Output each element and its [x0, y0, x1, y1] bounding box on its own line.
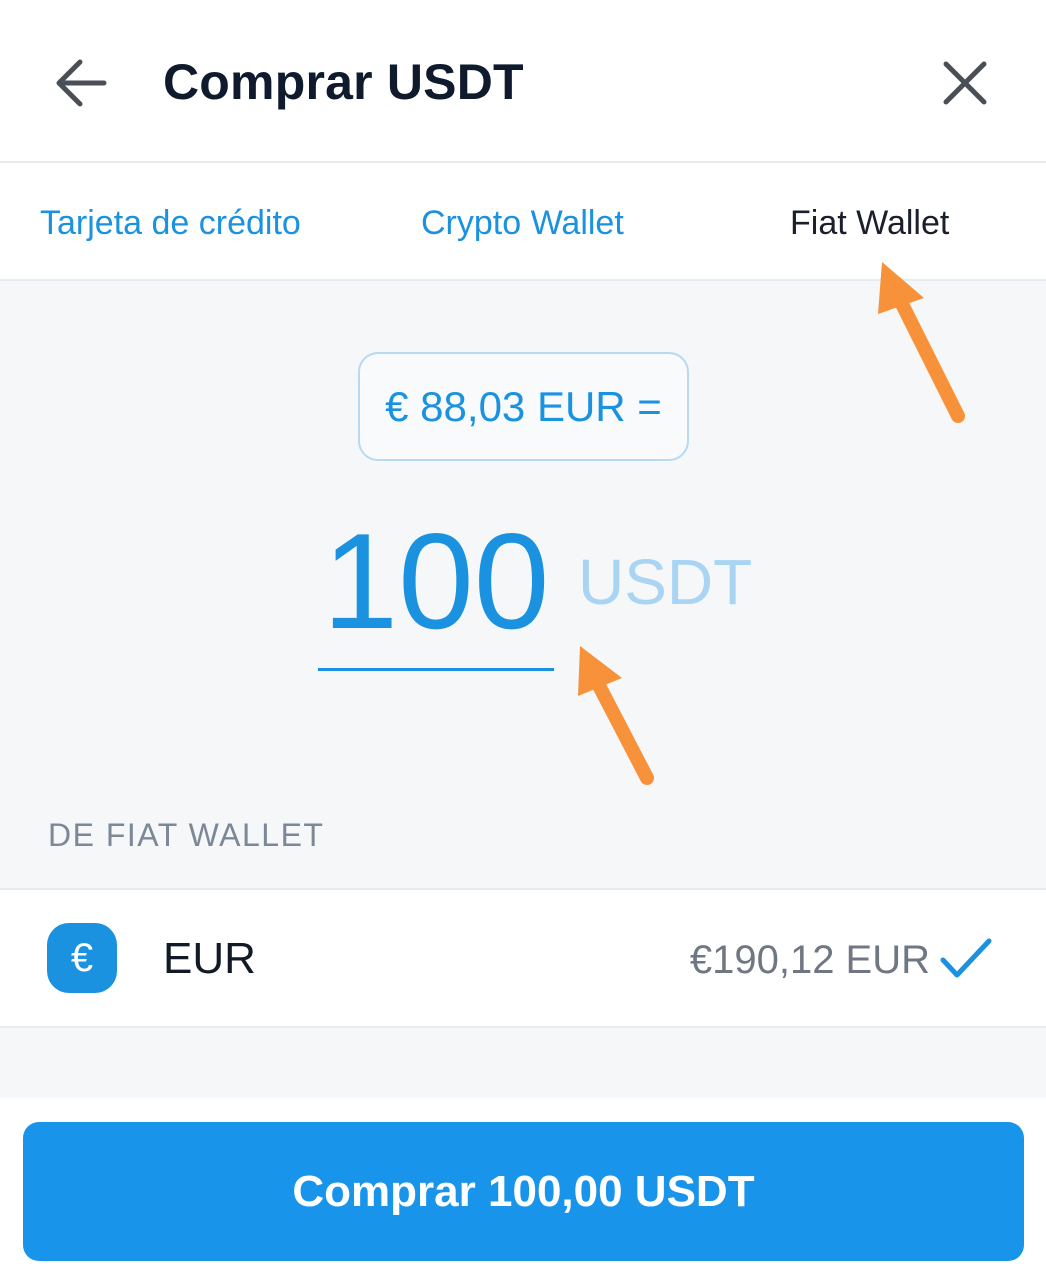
- conversion-rate-box[interactable]: € 88,03 EUR =: [358, 352, 689, 461]
- page-title: Comprar USDT: [163, 54, 524, 110]
- euro-symbol: €: [70, 936, 94, 980]
- tab-fiat-wallet[interactable]: Fiat Wallet: [790, 201, 949, 245]
- source-section-label: DE FIAT WALLET: [48, 817, 325, 853]
- euro-icon: €: [47, 923, 117, 993]
- amount-section: € 88,03 EUR = 100 USDT DE FIAT WALLET: [0, 281, 1046, 888]
- checkmark-icon: [940, 938, 992, 978]
- wallet-balance: €190,12 EUR: [689, 938, 930, 982]
- conversion-rate-text: € 88,03 EUR =: [385, 382, 662, 430]
- app-header: Comprar USDT: [0, 0, 1046, 163]
- empty-area: [0, 1028, 1046, 1098]
- buy-button-label: Comprar 100,00 USDT: [292, 1166, 755, 1216]
- buy-button[interactable]: Comprar 100,00 USDT: [23, 1122, 1024, 1261]
- wallet-row-eur[interactable]: € EUR €190,12 EUR: [0, 888, 1046, 1028]
- buy-usdt-screen: Comprar USDT Tarjeta de crédito Crypto W…: [0, 0, 1046, 1280]
- close-icon: [943, 61, 987, 105]
- tab-credit-card[interactable]: Tarjeta de crédito: [40, 201, 301, 245]
- tab-crypto-wallet[interactable]: Crypto Wallet: [421, 201, 624, 245]
- close-button[interactable]: [934, 52, 996, 114]
- wallet-name: EUR: [163, 934, 256, 983]
- amount-value: 100: [322, 505, 550, 657]
- back-button[interactable]: [50, 52, 112, 114]
- arrow-left-icon: [56, 59, 107, 107]
- payment-method-tabs: Tarjeta de crédito Crypto Wallet Fiat Wa…: [0, 163, 1046, 281]
- amount-unit: USDT: [578, 546, 753, 618]
- amount-input[interactable]: 100: [318, 506, 554, 671]
